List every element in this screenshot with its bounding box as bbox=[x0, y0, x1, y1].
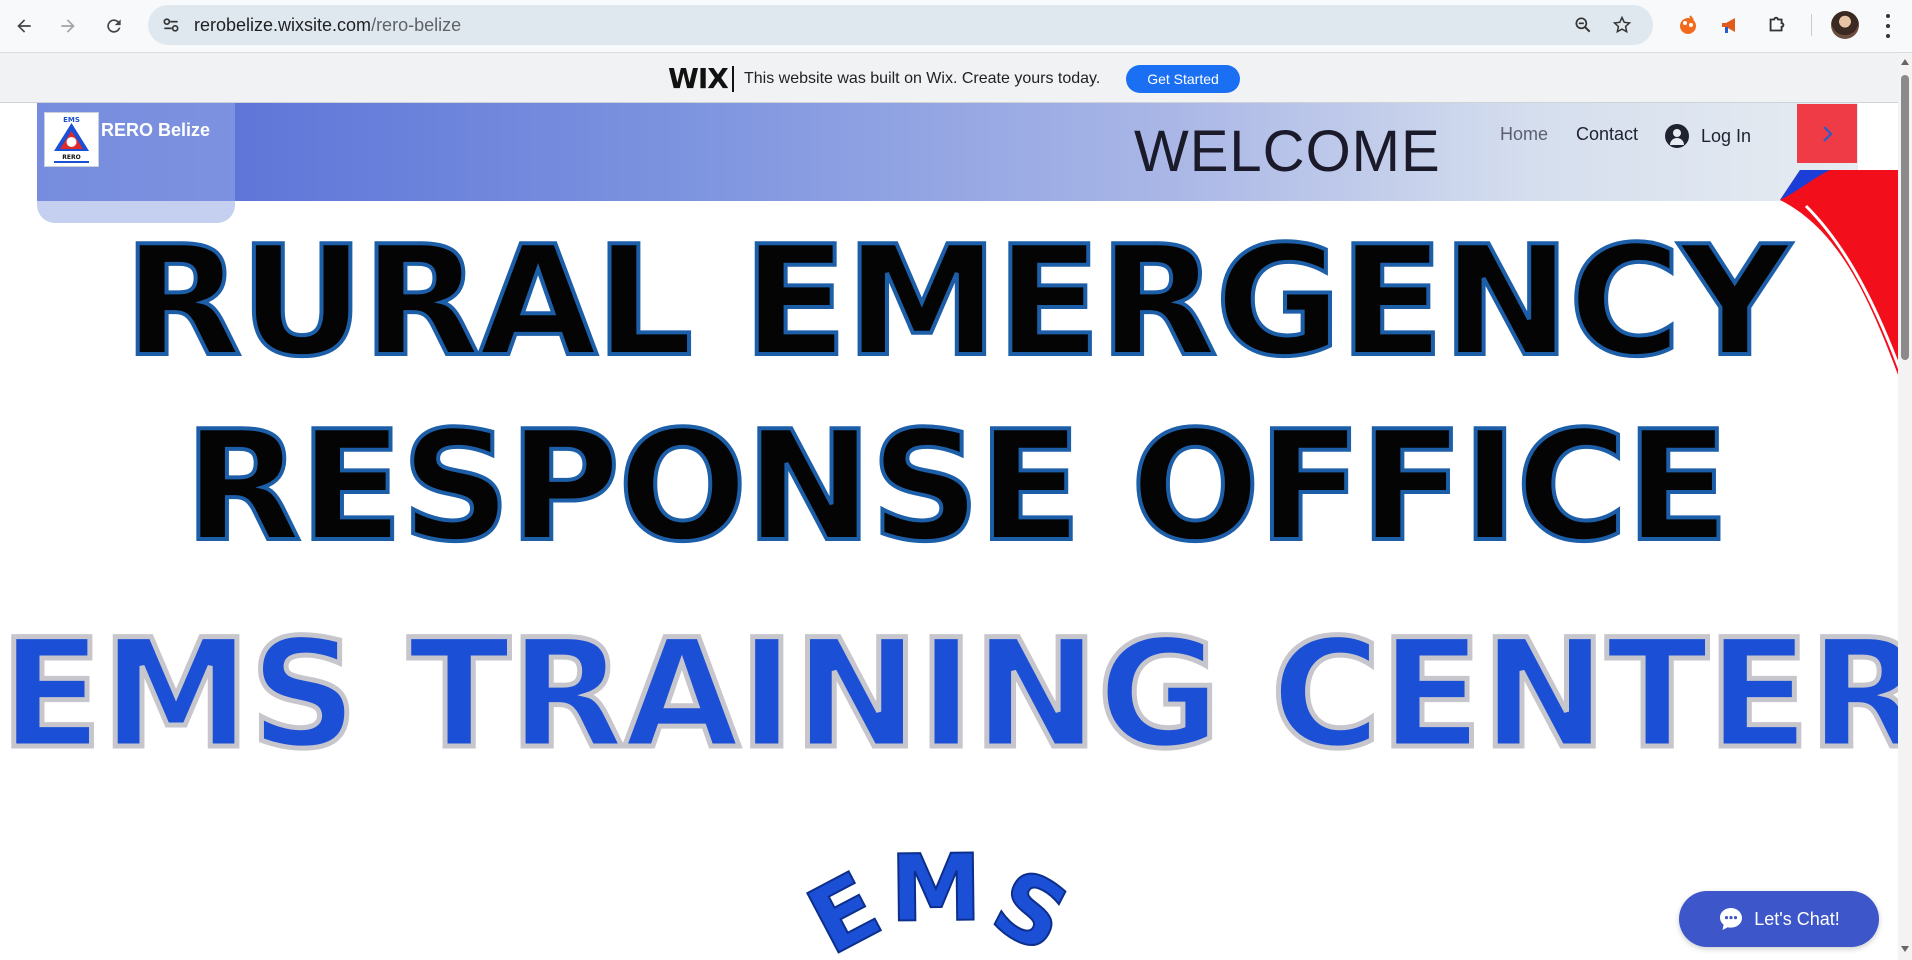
scroll-thumb[interactable] bbox=[1901, 75, 1909, 360]
site-info-icon[interactable] bbox=[160, 14, 182, 36]
star-icon[interactable] bbox=[1611, 14, 1633, 36]
zoom-icon[interactable] bbox=[1572, 14, 1594, 36]
profile-avatar[interactable] bbox=[1831, 11, 1859, 39]
chevron-right-icon bbox=[1823, 125, 1833, 142]
back-arrow-icon[interactable] bbox=[8, 10, 40, 42]
puzzle-icon[interactable] bbox=[1764, 12, 1790, 38]
site-logo[interactable]: EMS RERO bbox=[44, 112, 99, 167]
nav-home-link[interactable]: Home bbox=[1500, 124, 1548, 145]
wix-ad-banner: WIX This website was built on Wix. Creat… bbox=[0, 53, 1912, 103]
address-bar[interactable]: rerobelize.wixsite.com/rero-belize bbox=[148, 5, 1653, 45]
chat-bubble-icon bbox=[1720, 908, 1743, 930]
site-header bbox=[37, 103, 1858, 201]
wix-logo[interactable]: WIX bbox=[668, 62, 729, 95]
login-label: Log In bbox=[1701, 125, 1752, 146]
hero-heading-line3: EMS TRAINING CENTER bbox=[0, 606, 1912, 785]
lets-chat-button[interactable]: Let's Chat! bbox=[1679, 891, 1879, 947]
ems-emblem-text: EMS bbox=[791, 835, 1085, 960]
url-path: /rero-belize bbox=[371, 15, 462, 35]
scroll-down-arrow[interactable] bbox=[1901, 946, 1909, 952]
more-menu-icon[interactable] bbox=[1878, 14, 1898, 38]
user-account-icon bbox=[1665, 124, 1689, 148]
forward-arrow-icon[interactable] bbox=[52, 10, 84, 42]
scroll-up-arrow[interactable] bbox=[1901, 59, 1909, 65]
svg-text:EMS: EMS bbox=[792, 835, 1088, 960]
get-started-button[interactable]: Get Started bbox=[1126, 65, 1240, 93]
svg-text:EMS: EMS bbox=[63, 116, 80, 124]
url-domain: rerobelize.wixsite.com bbox=[194, 15, 372, 35]
hero-heading-line2: RESPONSE OFFICE bbox=[182, 396, 1731, 577]
site-title[interactable]: RERO Belize bbox=[101, 120, 210, 141]
toolbar-divider bbox=[1811, 14, 1812, 36]
nav-contact-link[interactable]: Contact bbox=[1576, 124, 1638, 145]
wix-divider bbox=[732, 66, 734, 92]
welcome-heading: WELCOME bbox=[1134, 119, 1441, 184]
page-scrollbar[interactable] bbox=[1898, 53, 1912, 960]
next-arrow-button[interactable] bbox=[1797, 104, 1857, 163]
chat-label: Let's Chat! bbox=[1754, 908, 1840, 929]
browser-toolbar: rerobelize.wixsite.com/rero-belize bbox=[0, 0, 1912, 53]
reload-icon[interactable] bbox=[98, 10, 130, 42]
login-button[interactable]: Log In bbox=[1665, 122, 1751, 150]
megaphone-icon[interactable] bbox=[1718, 12, 1744, 38]
svg-text:RERO: RERO bbox=[62, 154, 80, 161]
ems-emblem-art: EMS bbox=[791, 835, 1088, 960]
wix-banner-text: This website was built on Wix. Create yo… bbox=[744, 70, 1101, 87]
hero-heading-line1: RURAL EMERGENCY bbox=[122, 211, 1793, 392]
extension-icon[interactable] bbox=[1675, 12, 1701, 38]
url-text[interactable]: rerobelize.wixsite.com/rero-belize bbox=[194, 15, 461, 36]
